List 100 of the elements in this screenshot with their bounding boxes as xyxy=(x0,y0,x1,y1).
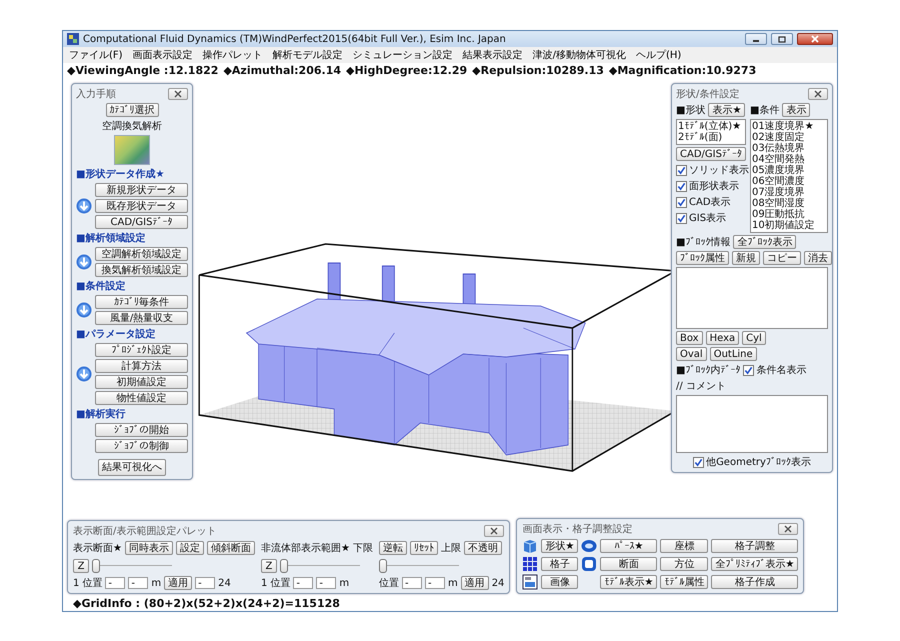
step-button[interactable]: 初期値設定 xyxy=(95,375,188,389)
list-item[interactable]: 05濃度境界 xyxy=(752,165,826,176)
panel-button[interactable]: 新規 xyxy=(732,251,760,265)
maximize-button[interactable] xyxy=(771,33,793,45)
view-reading: ◆Azimuthal:206.14 xyxy=(223,64,342,76)
menu-item[interactable]: 結果表示設定 xyxy=(462,48,523,62)
list-item[interactable]: 01速度境界★ xyxy=(752,121,826,132)
panel-button[interactable]: 座標 xyxy=(660,539,708,553)
panel-button[interactable]: 断面 xyxy=(600,557,658,571)
step-button[interactable]: 空調解析領域設定 xyxy=(95,247,188,261)
list-item[interactable]: 10初期値設定 xyxy=(752,220,826,231)
panel-button[interactable]: Box xyxy=(676,331,703,345)
panel-button[interactable]: ﾌﾞﾛｯｸ属性 xyxy=(676,251,729,265)
panel-button[interactable]: 全ﾌﾟﾘﾐﾃｨﾌﾞ表示★ xyxy=(711,557,798,571)
panel-button[interactable]: 方位 xyxy=(660,557,708,571)
section-label: ■形状 xyxy=(676,104,706,117)
step-button[interactable]: 計算方法 xyxy=(95,359,188,373)
panel-button[interactable]: 全ﾌﾞﾛｯｸ表示 xyxy=(733,235,796,249)
minimize-button[interactable] xyxy=(745,33,767,45)
checkbox[interactable] xyxy=(743,364,754,376)
list-item[interactable]: 02速度固定 xyxy=(752,132,826,143)
slider-thumb[interactable] xyxy=(92,559,100,573)
panel-button[interactable]: 設定 xyxy=(176,541,204,555)
menu-item[interactable]: 画面表示設定 xyxy=(132,48,193,62)
panel-button[interactable]: 格子 xyxy=(541,557,578,571)
close-button[interactable] xyxy=(484,525,504,537)
panel-button[interactable]: 適用 xyxy=(460,576,489,590)
comment-field[interactable] xyxy=(676,395,828,453)
list-item[interactable]: 08空間湿度 xyxy=(752,198,826,209)
slider-thumb[interactable] xyxy=(280,559,288,573)
panel-button[interactable]: 同時表示 xyxy=(124,541,173,555)
list-item[interactable]: 06空間濃度 xyxy=(752,176,826,187)
axis-button[interactable]: Z xyxy=(73,559,89,573)
menu-item[interactable]: 解析モデル設定 xyxy=(272,48,343,62)
panel-button[interactable]: 表示★ xyxy=(708,103,746,117)
panel-button[interactable]: 格子作成 xyxy=(711,575,798,589)
panel-button[interactable]: CAD/GISﾃﾞｰﾀ xyxy=(676,147,746,161)
panel-button[interactable]: 適用 xyxy=(164,576,192,590)
step-button[interactable]: ｼﾞｮﾌﾞの制御 xyxy=(95,439,188,453)
panel-button[interactable]: 消去 xyxy=(804,251,832,265)
close-button[interactable] xyxy=(808,88,828,100)
panel-button[interactable]: 不透明 xyxy=(464,541,502,555)
list-item[interactable]: 03伝熱境界 xyxy=(752,143,826,154)
step-button[interactable]: 物性値設定 xyxy=(95,391,188,405)
step-button[interactable]: CAD/GISﾃﾞｰﾀ xyxy=(95,215,188,229)
slider-thumb[interactable] xyxy=(378,559,387,573)
section-label: ■ﾌﾞﾛｯｸ内ﾃﾞｰﾀ xyxy=(676,364,740,377)
step-button[interactable]: 風量/熱量収支 xyxy=(95,311,188,325)
category-button[interactable]: ｶﾃｺﾞﾘ選択 xyxy=(106,103,158,117)
panel-button[interactable]: 傾斜断面 xyxy=(206,541,255,555)
checkbox[interactable] xyxy=(676,180,687,192)
panel-button[interactable]: Cyl xyxy=(742,331,766,345)
panel-button[interactable]: ﾘｾｯﾄ xyxy=(410,541,438,555)
step-button[interactable]: ｶﾃｺﾞﾘ毎条件 xyxy=(95,295,188,309)
panel-button[interactable]: 画像 xyxy=(541,575,578,589)
list-item[interactable]: 07湿度境界 xyxy=(752,187,826,198)
block-list-box[interactable] xyxy=(676,267,828,329)
panel-button[interactable]: コピー xyxy=(763,251,801,265)
checkbox[interactable] xyxy=(676,212,687,224)
step-button[interactable]: 新規形状データ xyxy=(95,183,188,197)
list-item[interactable]: 09圧動抵抗 xyxy=(752,209,826,220)
panel-button[interactable]: ﾊﾟｰｽ★ xyxy=(600,539,658,553)
input-field[interactable]: - xyxy=(316,577,336,589)
close-button[interactable] xyxy=(168,88,188,100)
checkbox[interactable] xyxy=(676,196,687,208)
step-button[interactable]: ﾌﾟﾛｼﾞｪｸﾄ設定 xyxy=(95,343,188,357)
close-button[interactable] xyxy=(797,33,833,45)
menu-item[interactable]: ファイル(F) xyxy=(69,48,123,62)
checkbox[interactable] xyxy=(693,456,704,468)
input-field[interactable]: - xyxy=(105,577,126,589)
input-field[interactable]: - xyxy=(293,577,314,589)
list-item[interactable]: 04空間発熱 xyxy=(752,154,826,165)
input-field[interactable]: - xyxy=(195,577,216,589)
panel-button[interactable]: ﾓﾃﾞﾙ属性 xyxy=(660,575,708,589)
step-button[interactable]: 既存形状データ xyxy=(95,199,188,213)
panel-button[interactable]: 逆転 xyxy=(378,541,407,555)
step-button[interactable]: 結果可視化へ xyxy=(98,459,166,476)
checkbox[interactable] xyxy=(676,164,687,176)
close-icon xyxy=(784,525,792,533)
menu-item[interactable]: ヘルプ(H) xyxy=(636,48,682,62)
menu-item[interactable]: シミュレーション設定 xyxy=(352,48,453,62)
close-button[interactable] xyxy=(778,523,798,535)
axis-button[interactable]: Z xyxy=(260,559,277,573)
menu-item[interactable]: 津波/移動物体可視化 xyxy=(532,48,626,62)
list-item[interactable]: 1ﾓﾃﾞﾙ(立体)★ xyxy=(678,121,744,132)
input-field[interactable]: - xyxy=(402,577,422,589)
panel-button[interactable]: 格子調整 xyxy=(711,539,798,553)
panel-button[interactable]: 表示 xyxy=(782,103,810,117)
panel-button[interactable]: OutLine xyxy=(710,347,757,361)
menu-item[interactable]: 操作パレット xyxy=(202,48,263,62)
step-button[interactable]: ｼﾞｮﾌﾞの開始 xyxy=(95,423,188,437)
input-field[interactable]: - xyxy=(128,577,148,589)
step-button[interactable]: 換気解析領域設定 xyxy=(95,263,188,277)
input-field[interactable]: - xyxy=(424,577,445,589)
panel-button[interactable]: 形状★ xyxy=(541,539,578,553)
panel-button[interactable]: ﾓﾃﾞﾙ表示★ xyxy=(600,575,658,589)
panel-button[interactable]: Hexa xyxy=(706,331,740,345)
oval-icon xyxy=(581,538,598,554)
list-item[interactable]: 2ﾓﾃﾞﾙ(面) xyxy=(678,132,744,143)
panel-button[interactable]: Oval xyxy=(676,347,707,361)
